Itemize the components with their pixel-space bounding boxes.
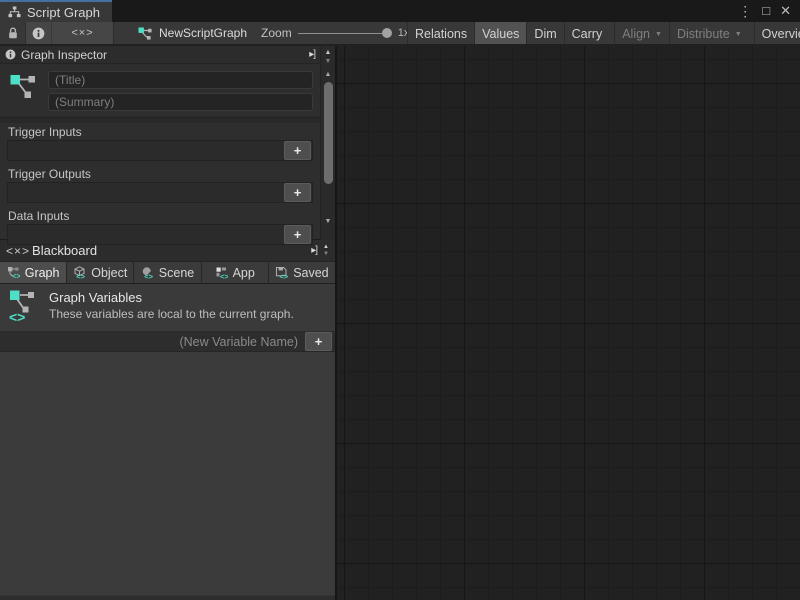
tab-object[interactable]: <> Object	[67, 262, 133, 283]
variables-list-empty	[0, 352, 335, 595]
scroll-down-icon[interactable]: ▼	[325, 57, 332, 66]
graph-canvas[interactable]	[337, 46, 800, 600]
blackboard-toggle-button[interactable]: <×>	[52, 22, 114, 44]
svg-text:<>: <>	[220, 272, 228, 279]
carry-button[interactable]: Carry	[564, 22, 610, 45]
trigger-inputs-list: +	[7, 140, 313, 161]
blackboard-scroll-arrows[interactable]: ▲ ▼	[323, 244, 329, 258]
zoom-control: Zoom 1x	[261, 26, 409, 40]
scroll-up-icon[interactable]: ▲	[323, 244, 329, 251]
data-inputs-list: +	[7, 224, 313, 245]
graph-variables-description: These variables are local to the current…	[49, 307, 294, 321]
tab-graph[interactable]: <> Graph	[0, 262, 66, 283]
sidebar-bottom-strip	[0, 595, 335, 600]
add-variable-button[interactable]: +	[305, 332, 332, 351]
trigger-inputs-section: Trigger Inputs +	[7, 125, 313, 161]
main-area: Graph Inspector ▸]	[0, 46, 800, 600]
graph-variables-icon-large: <>	[8, 289, 38, 331]
align-dropdown[interactable]: Align ▼	[614, 22, 669, 45]
graph-inspector-panel: Graph Inspector ▸]	[0, 46, 335, 240]
values-button[interactable]: Values	[474, 22, 526, 45]
script-graph-icon	[8, 6, 21, 18]
zoom-label: Zoom	[261, 26, 292, 40]
titlebar: Script Graph ⋮ □ ✕	[0, 0, 800, 22]
graph-variables-icon: <>	[7, 266, 20, 279]
window-menu-icon[interactable]: ⋮	[738, 0, 752, 22]
trigger-outputs-section: Trigger Outputs +	[7, 167, 313, 203]
scroll-down-icon[interactable]: ▼	[325, 217, 332, 226]
trigger-inputs-label: Trigger Inputs	[7, 125, 313, 140]
graph-node-icon-large	[9, 71, 39, 111]
inspector-toggle-button[interactable]	[26, 22, 52, 44]
zoom-slider-track[interactable]	[298, 33, 386, 34]
chevron-down-icon: ▼	[655, 31, 662, 38]
variables-code-icon: <×>	[6, 244, 30, 258]
lock-icon	[7, 27, 19, 40]
graph-variables-title: Graph Variables	[49, 290, 294, 305]
info-icon	[32, 27, 45, 40]
blackboard-title: Blackboard	[32, 243, 97, 258]
tab-app[interactable]: <> App	[202, 262, 268, 283]
blackboard-tabs: <> Graph <> Object	[0, 262, 335, 284]
scene-variables-icon: <>	[141, 266, 154, 279]
graph-reference[interactable]: NewScriptGraph	[138, 26, 247, 40]
trigger-outputs-label: Trigger Outputs	[7, 167, 313, 182]
trigger-outputs-list: +	[7, 182, 313, 203]
graph-title-input[interactable]	[48, 71, 313, 89]
info-icon	[5, 49, 16, 60]
svg-text:<>: <>	[76, 272, 85, 279]
tab-label: Script Graph	[27, 5, 100, 20]
zoom-slider[interactable]	[298, 27, 392, 39]
toolbar-right-group: Relations Values Dim Carry Align ▼ Distr…	[407, 22, 800, 45]
graph-inspector-body: Trigger Inputs + Trigger Outputs + Data …	[0, 64, 320, 245]
svg-text:<>: <>	[9, 309, 25, 325]
scroll-down-icon[interactable]: ▼	[323, 251, 329, 258]
dim-button[interactable]: Dim	[526, 22, 563, 45]
object-variables-icon: <>	[73, 266, 86, 279]
tab-scene[interactable]: <> Scene	[134, 262, 200, 283]
sidebar: Graph Inspector ▸]	[0, 46, 337, 600]
graph-node-icon	[138, 27, 153, 40]
new-variable-name-input[interactable]	[0, 335, 305, 349]
graph-name-label: NewScriptGraph	[159, 26, 247, 40]
saved-variables-icon: <>	[275, 266, 288, 279]
svg-text:<>: <>	[144, 272, 153, 279]
dock-panel-icon[interactable]: ▸]	[311, 245, 317, 256]
chevron-down-icon: ▼	[735, 31, 742, 38]
graph-toolbar: <×> NewScriptGraph Zoom 1x Relation	[0, 22, 800, 45]
scrollbar-thumb[interactable]	[324, 82, 333, 184]
data-inputs-section: Data Inputs +	[7, 209, 313, 245]
graph-inspector-title: Graph Inspector	[21, 48, 107, 62]
graph-inspector-header: Graph Inspector ▸]	[0, 46, 320, 64]
tab-saved[interactable]: <> Saved	[269, 262, 335, 283]
app-variables-icon: <>	[215, 266, 228, 279]
scroll-up-icon[interactable]: ▲	[325, 70, 332, 79]
divider	[0, 117, 320, 123]
svg-text:<>: <>	[280, 272, 289, 279]
graph-summary-input[interactable]	[48, 93, 313, 111]
tab-script-graph[interactable]: Script Graph	[0, 0, 112, 22]
inspector-scrollbar[interactable]: ▲ ▼ ▲ ▼	[320, 46, 335, 240]
data-inputs-label: Data Inputs	[7, 209, 313, 224]
scroll-up-icon[interactable]: ▲	[325, 48, 332, 57]
svg-text:<>: <>	[12, 272, 20, 279]
new-variable-row: +	[0, 332, 335, 352]
close-icon[interactable]: ✕	[780, 0, 791, 22]
variables-code-icon: <×>	[71, 27, 93, 39]
graph-variables-info: <> Graph Variables These variables are l…	[0, 284, 335, 332]
add-trigger-output-button[interactable]: +	[284, 183, 311, 202]
lock-button[interactable]	[0, 22, 26, 44]
distribute-dropdown[interactable]: Distribute ▼	[669, 22, 749, 45]
maximize-icon[interactable]: □	[762, 0, 770, 22]
dock-panel-icon[interactable]: ▸]	[309, 49, 315, 60]
relations-button[interactable]: Relations	[407, 22, 474, 45]
zoom-slider-handle[interactable]	[382, 28, 392, 38]
add-trigger-input-button[interactable]: +	[284, 141, 311, 160]
script-graph-window: Script Graph ⋮ □ ✕	[0, 0, 800, 600]
add-data-input-button[interactable]: +	[284, 225, 311, 244]
overview-button[interactable]: Overview	[754, 22, 800, 45]
window-controls: ⋮ □ ✕	[738, 0, 800, 22]
